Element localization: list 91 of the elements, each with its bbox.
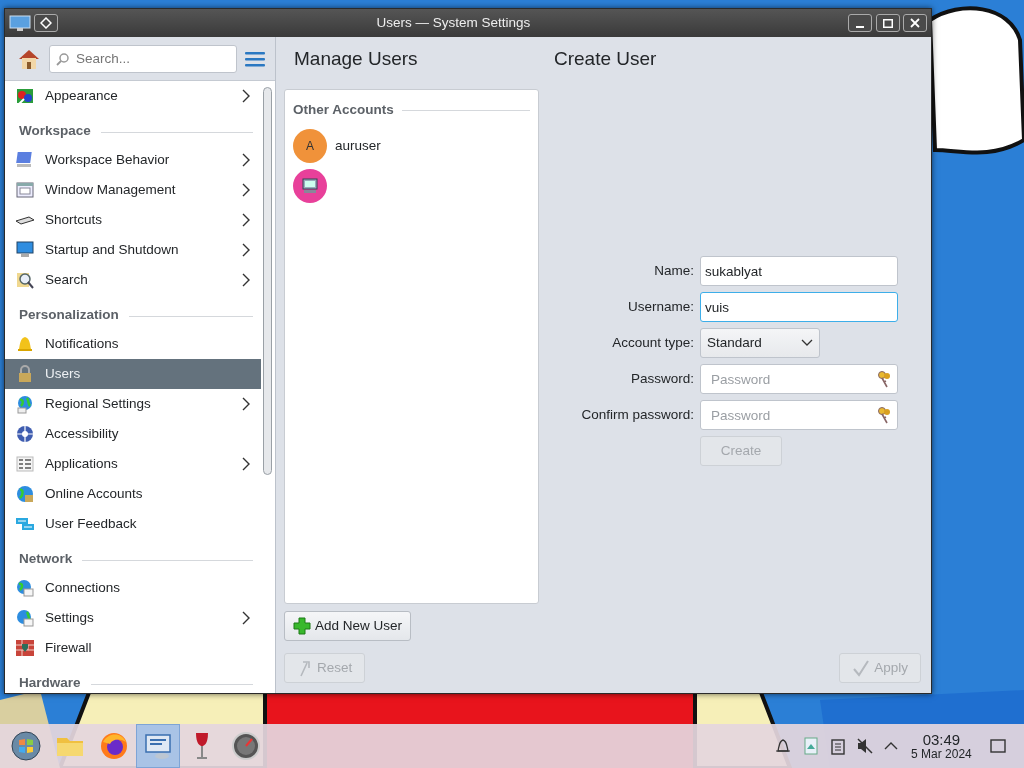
- scrollbar-thumb[interactable]: [263, 87, 272, 475]
- chevron-icon: [241, 153, 251, 167]
- section-heading: Personalization: [19, 305, 119, 324]
- task-button[interactable]: [136, 724, 180, 768]
- bell-icon: [15, 334, 35, 354]
- section-heading: Hardware: [19, 673, 81, 692]
- check-icon: [852, 659, 871, 677]
- monitor-icon: [15, 240, 35, 260]
- page-title: Manage Users: [293, 46, 419, 71]
- user-name[interactable]: auruser: [335, 136, 381, 157]
- caret-icon[interactable]: [883, 741, 898, 751]
- field-label: Account type:: [611, 333, 695, 352]
- sidebar-item[interactable]: Applications: [5, 449, 261, 479]
- plus-icon: [293, 616, 311, 635]
- sidebar-item[interactable]: Shortcuts: [5, 205, 261, 235]
- diamond-icon: [40, 17, 53, 29]
- avatar: A: [293, 129, 327, 164]
- window-title: Users — System Settings: [375, 13, 532, 32]
- field-label: Confirm password:: [580, 405, 695, 424]
- monitor-icon: [15, 150, 35, 170]
- keys-icon: [876, 406, 892, 424]
- sidebar-item[interactable]: Workspace Behavior: [5, 145, 261, 175]
- muted-speaker-icon[interactable]: [855, 737, 874, 755]
- keys-icon: [876, 370, 892, 388]
- magnifier-icon: [15, 270, 35, 290]
- computer-icon: [301, 177, 319, 196]
- section-heading: Workspace: [19, 121, 91, 140]
- sidebar-item[interactable]: Users: [5, 359, 261, 389]
- show-desktop-icon[interactable]: [988, 737, 1007, 756]
- sidebar-item[interactable]: Window Management: [5, 175, 261, 205]
- maximize-button[interactable]: [875, 14, 900, 32]
- chevron-icon: [241, 457, 251, 471]
- section-heading: Network: [19, 549, 73, 568]
- text-field[interactable]: vuis: [700, 292, 898, 322]
- sidebar-item[interactable]: Notifications: [5, 329, 261, 359]
- monitor-icon[interactable]: [9, 14, 31, 32]
- close-button[interactable]: [903, 14, 927, 32]
- clock-time: 03:49: [922, 731, 961, 748]
- add-user-button[interactable]: Add New User: [284, 610, 412, 641]
- sidebar-item[interactable]: Search: [5, 265, 261, 295]
- chevron-icon: [241, 89, 251, 103]
- field-label: Password:: [629, 369, 695, 388]
- section-title: Create User: [554, 46, 657, 71]
- chevron-icon: [241, 611, 251, 625]
- chevron-icon: [801, 339, 813, 347]
- bell-icon[interactable]: [773, 737, 792, 755]
- field-label: Name:: [653, 261, 695, 280]
- chevron-icon: [241, 183, 251, 197]
- sidebar-item[interactable]: Firewall: [5, 633, 261, 663]
- minimize-icon: [856, 26, 865, 28]
- password-field[interactable]: Password: [700, 364, 898, 394]
- clock[interactable]: 03:49 5 Mar 2024: [911, 731, 972, 761]
- browser-icon: [98, 730, 130, 762]
- clipboard-icon[interactable]: [829, 737, 846, 755]
- search-field[interactable]: Search...: [49, 44, 237, 73]
- section-heading: Other Accounts: [293, 101, 394, 119]
- field-label: Username:: [626, 297, 695, 316]
- gauge-icon: [230, 730, 262, 762]
- globe-icon: [15, 484, 35, 504]
- chevron-icon: [241, 213, 251, 227]
- pin-button[interactable]: [34, 14, 59, 32]
- sidebar-item[interactable]: User Feedback: [5, 509, 261, 539]
- minimize-button[interactable]: [848, 14, 873, 32]
- sidebar-item[interactable]: Connections: [5, 573, 261, 603]
- chevron-icon: [241, 397, 251, 411]
- wheel-icon: [15, 424, 35, 444]
- sidebar-item[interactable]: Startup and Shutdown: [5, 235, 261, 265]
- palette-icon: [15, 86, 35, 106]
- sidebar-item[interactable]: Settings: [5, 603, 261, 633]
- maximize-icon: [882, 18, 893, 28]
- globe-icon: [15, 578, 35, 598]
- globe-icon: [15, 394, 35, 414]
- arrow-icon: [297, 659, 313, 677]
- grid-icon: [15, 454, 35, 474]
- menu-icon[interactable]: [245, 50, 265, 67]
- account-type-dropdown[interactable]: Standard: [700, 328, 820, 358]
- window-icon: [15, 180, 35, 200]
- close-icon: [910, 18, 920, 28]
- sidebar-item[interactable]: Accessibility: [5, 419, 261, 449]
- sidebar-item[interactable]: Regional Settings: [5, 389, 261, 419]
- house-icon[interactable]: [17, 47, 41, 70]
- globe-icon: [15, 608, 35, 628]
- sidebar-item[interactable]: Online Accounts: [5, 479, 261, 509]
- chevron-icon: [241, 273, 251, 287]
- clock-date: 5 Mar 2024: [911, 747, 972, 761]
- start-button[interactable]: [10, 730, 42, 762]
- text-field[interactable]: sukablyat: [700, 256, 898, 286]
- chevron-icon: [241, 243, 251, 257]
- password-field[interactable]: Password: [700, 400, 898, 430]
- sidebar-item[interactable]: Appearance: [5, 81, 261, 111]
- brick-wall-icon: [15, 638, 35, 658]
